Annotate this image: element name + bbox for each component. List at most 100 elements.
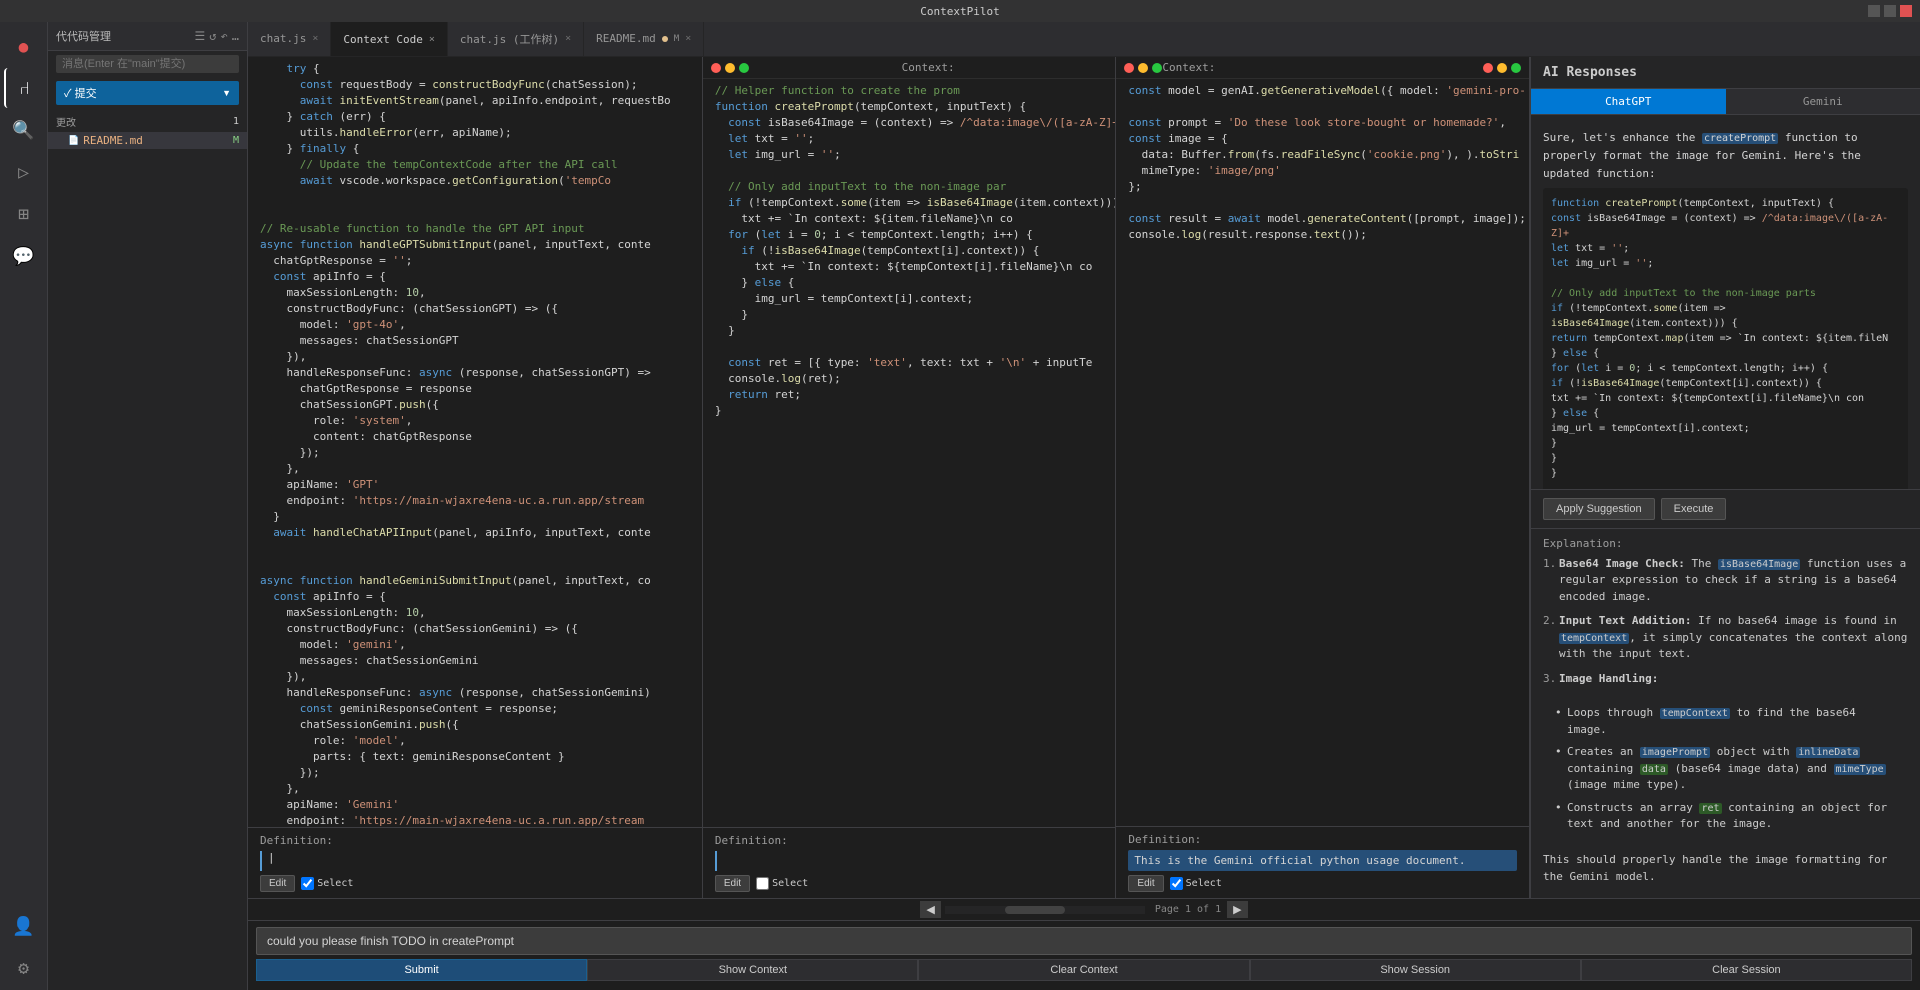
bullet-item-1: Loops through tempContext to find the ba… bbox=[1555, 705, 1896, 738]
middle-select-label[interactable]: Select bbox=[756, 877, 808, 890]
code-line: handleResponseFunc: async (response, cha… bbox=[248, 365, 702, 381]
file-icon: 📄 bbox=[68, 136, 79, 146]
left-select-checkbox[interactable] bbox=[301, 877, 314, 890]
middle-panel-header: Context: bbox=[703, 57, 1116, 79]
bottom-buttons: Submit Show Context Clear Context Show S… bbox=[256, 959, 1912, 981]
middle-select-checkbox[interactable] bbox=[756, 877, 769, 890]
horizontal-scrollbar[interactable] bbox=[945, 906, 1145, 914]
tab-context-code[interactable]: Context Code × bbox=[331, 22, 448, 56]
commit-button[interactable]: ✓ 提交 ▼ bbox=[56, 81, 239, 105]
right-edit-button[interactable]: Edit bbox=[1128, 875, 1163, 892]
tab-chat-js[interactable]: chat.js × bbox=[248, 22, 331, 56]
code-line: endpoint: 'https://main-wjaxre4ena-uc.a.… bbox=[248, 813, 702, 827]
code-line: function createPrompt(tempContext, input… bbox=[703, 99, 1116, 115]
execute-button[interactable]: Execute bbox=[1661, 498, 1727, 520]
explanation-title: Explanation: bbox=[1543, 537, 1908, 550]
traffic-light-red-right-l[interactable] bbox=[1124, 63, 1134, 73]
tab-close-context-code[interactable]: × bbox=[429, 34, 435, 45]
activity-icon-chat[interactable]: 💬 bbox=[4, 236, 44, 276]
middle-edit-button[interactable]: Edit bbox=[715, 875, 750, 892]
sidebar-icon-undo[interactable]: ↶ bbox=[221, 29, 228, 43]
left-code-content[interactable]: try { const requestBody = constructBodyF… bbox=[248, 57, 702, 827]
right-code-content[interactable]: const model = genAI.getGenerativeModel({… bbox=[1116, 79, 1529, 826]
code-line: const isBase64Image = (context) => /^dat… bbox=[703, 115, 1116, 131]
code-line: const image = { bbox=[1116, 131, 1529, 147]
sidebar-icon-more[interactable]: … bbox=[232, 29, 239, 43]
tab-close-chat-js[interactable]: × bbox=[312, 33, 318, 44]
activity-icon-accounts[interactable]: 👤 bbox=[4, 906, 44, 946]
code-line: async function handleGPTSubmitInput(pane… bbox=[248, 237, 702, 253]
code-line: const apiInfo = { bbox=[248, 589, 702, 605]
commit-label: ✓ 提交 bbox=[64, 85, 97, 101]
next-page-button[interactable]: ▶ bbox=[1227, 901, 1247, 918]
ai-panel-header: AI Responses bbox=[1531, 57, 1920, 89]
middle-select-text: Select bbox=[772, 878, 808, 889]
ai-tab-gemini-label: Gemini bbox=[1803, 95, 1843, 108]
commit-message-input[interactable] bbox=[56, 55, 239, 73]
code-line: } finally { bbox=[248, 141, 702, 157]
close-button[interactable] bbox=[1900, 5, 1912, 17]
tab-chat-js-work[interactable]: chat.js (工作树) × bbox=[448, 22, 584, 56]
ai-tab-chatgpt[interactable]: ChatGPT bbox=[1531, 89, 1726, 114]
right-select-checkbox[interactable] bbox=[1170, 877, 1183, 890]
code-line: }); bbox=[248, 765, 702, 781]
middle-definition-label: Definition: bbox=[715, 834, 1104, 847]
apply-suggestion-button[interactable]: Apply Suggestion bbox=[1543, 498, 1655, 520]
file-status: M bbox=[233, 135, 239, 146]
right-editor-panel: Context: const model = genAI.getGenerati… bbox=[1116, 57, 1530, 898]
traffic-light-green-middle[interactable] bbox=[739, 63, 749, 73]
code-line: const prompt = 'Do these look store-boug… bbox=[1116, 115, 1529, 131]
traffic-light-red-right-r[interactable] bbox=[1483, 63, 1493, 73]
tab-readme[interactable]: README.md M × bbox=[584, 22, 704, 56]
scrollbar-thumb[interactable] bbox=[1005, 906, 1065, 914]
sidebar-icon-list: ☰ bbox=[195, 29, 206, 43]
activity-icon-run[interactable]: ▷ bbox=[4, 152, 44, 192]
activity-icon-extensions[interactable]: ⊞ bbox=[4, 194, 44, 234]
show-context-button[interactable]: Show Context bbox=[587, 959, 918, 981]
minimize-button[interactable] bbox=[1868, 5, 1880, 17]
ai-tab-gemini[interactable]: Gemini bbox=[1726, 89, 1920, 114]
code-line: if (!tempContext.some(item => isBase64Im… bbox=[703, 195, 1116, 211]
tab-close-chat-js-work[interactable]: × bbox=[565, 33, 571, 44]
clear-session-button[interactable]: Clear Session bbox=[1581, 959, 1912, 981]
traffic-light-green-right-r[interactable] bbox=[1511, 63, 1521, 73]
code-line: }; bbox=[1116, 179, 1529, 195]
activity-icon-logo[interactable]: ● bbox=[4, 26, 44, 66]
left-select-label[interactable]: Select bbox=[301, 877, 353, 890]
sidebar-title: 代代码管理 bbox=[56, 28, 191, 44]
activity-icon-settings[interactable]: ⚙ bbox=[4, 948, 44, 988]
sidebar-icon-refresh[interactable]: ↺ bbox=[209, 29, 216, 43]
show-session-button[interactable]: Show Session bbox=[1250, 959, 1581, 981]
activity-icon-source-control[interactable]: ⑁ bbox=[4, 68, 44, 108]
code-line: } else { bbox=[703, 275, 1116, 291]
explanation-list: Base64 Image Check: The isBase64Image fu… bbox=[1543, 556, 1908, 688]
chat-input[interactable] bbox=[256, 927, 1912, 955]
code-line: if (!isBase64Image(tempContext[i].contex… bbox=[703, 243, 1116, 259]
activity-icon-search[interactable]: 🔍 bbox=[4, 110, 44, 150]
code-line: const model = genAI.getGenerativeModel({… bbox=[1116, 83, 1529, 99]
clear-context-button[interactable]: Clear Context bbox=[918, 959, 1249, 981]
right-select-label[interactable]: Select bbox=[1170, 877, 1222, 890]
code-line: txt += `In context: ${tempContext[i].fil… bbox=[703, 259, 1116, 275]
submit-button[interactable]: Submit bbox=[256, 959, 587, 981]
traffic-light-green-right-l[interactable] bbox=[1152, 63, 1162, 73]
tab-close-readme[interactable]: × bbox=[685, 33, 691, 44]
code-line: content: chatGptResponse bbox=[248, 429, 702, 445]
ai-code-block: function createPrompt(tempContext, input… bbox=[1543, 188, 1908, 489]
middle-code-content[interactable]: // Helper function to create the prom fu… bbox=[703, 79, 1116, 827]
readme-modified-dot bbox=[662, 36, 668, 42]
code-line: model: 'gpt-4o', bbox=[248, 317, 702, 333]
code-line: maxSessionLength: 10, bbox=[248, 285, 702, 301]
file-item-readme[interactable]: 📄 README.md ↩ ↺ + … M bbox=[48, 132, 247, 149]
left-edit-button[interactable]: Edit bbox=[260, 875, 295, 892]
traffic-light-yellow-right-l[interactable] bbox=[1138, 63, 1148, 73]
traffic-light-red-middle[interactable] bbox=[711, 63, 721, 73]
code-line: }); bbox=[248, 445, 702, 461]
code-line: } bbox=[703, 323, 1116, 339]
traffic-light-yellow-middle[interactable] bbox=[725, 63, 735, 73]
code-line: maxSessionLength: 10, bbox=[248, 605, 702, 621]
prev-page-button[interactable]: ◀ bbox=[920, 901, 940, 918]
ai-content[interactable]: Sure, let's enhance the createPrompt fun… bbox=[1531, 115, 1920, 489]
maximize-button[interactable] bbox=[1884, 5, 1896, 17]
traffic-light-yellow-right-r[interactable] bbox=[1497, 63, 1507, 73]
